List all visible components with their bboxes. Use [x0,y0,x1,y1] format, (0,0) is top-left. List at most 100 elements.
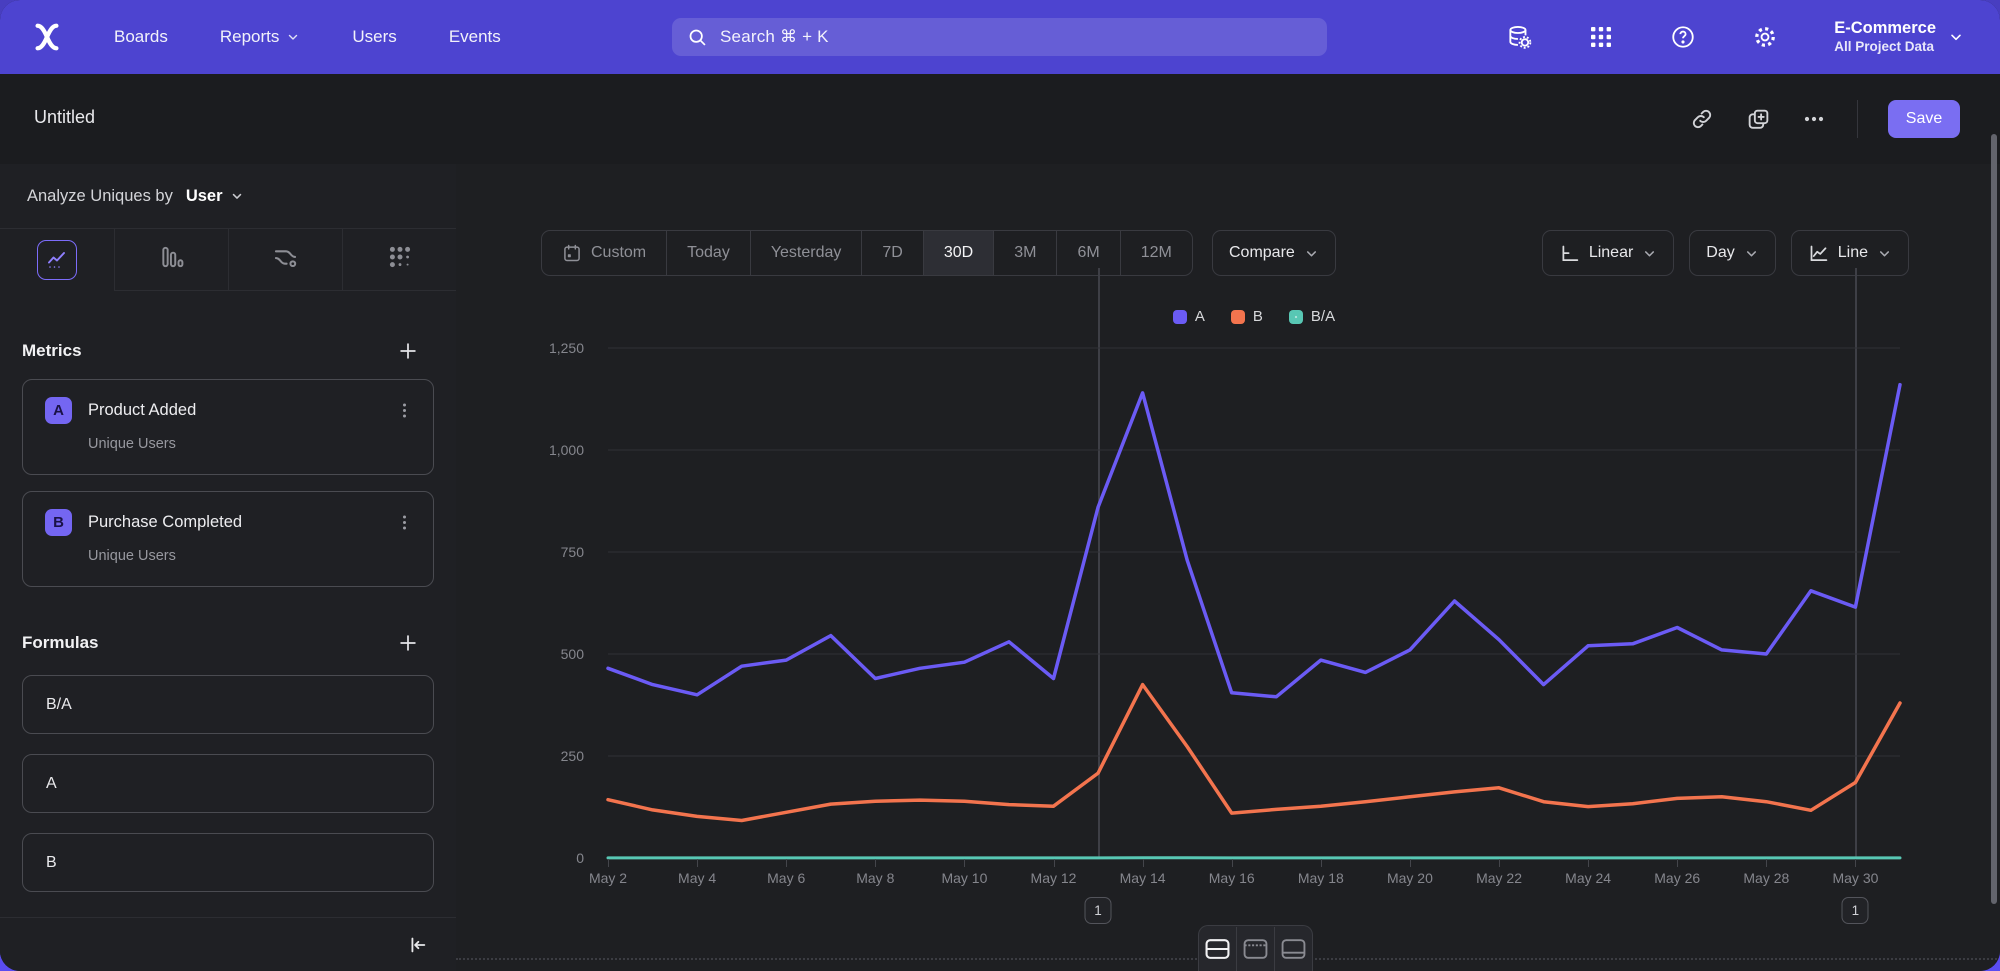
x-axis-label: May 14 [1120,870,1166,886]
x-axis-tick [1499,859,1500,867]
x-axis-label: May 8 [856,870,894,886]
legend-label: B/A [1311,308,1335,325]
nav-link-reports[interactable]: Reports [220,27,301,47]
series-line-b[interactable] [608,685,1900,821]
nav-link-events[interactable]: Events [449,27,501,47]
tab-retention-grid[interactable] [342,229,456,291]
legend-item-b[interactable]: B [1231,308,1263,325]
series-line-a[interactable] [608,385,1900,697]
add-metric-button[interactable] [396,339,420,363]
chart-panel: Custom Today Yesterday 7D30D 3M 6M12M Compare… [456,164,2000,971]
range-today[interactable]: Today [667,231,751,275]
x-axis-tick [608,859,609,867]
nav-link-boards[interactable]: Boards [114,27,168,47]
x-axis-label: May 20 [1387,870,1433,886]
x-axis-tick [1766,859,1767,867]
layout-top-panel-icon[interactable] [1236,927,1274,971]
collapse-sidebar-button[interactable] [406,934,428,956]
range-12m[interactable]: 12M [1121,231,1192,275]
layout-bottom-panel-icon[interactable] [1274,927,1312,971]
kebab-menu-icon [395,513,414,532]
metric-card-b[interactable]: BPurchase CompletedUnique Users [22,491,434,587]
legend-swatch [1173,310,1187,324]
add-formula-button[interactable] [396,631,420,655]
range-custom[interactable]: Custom [542,231,667,275]
help-icon[interactable] [1670,24,1696,50]
range-30d[interactable]: 30D [924,231,994,275]
chevron-down-icon [1744,246,1759,261]
vertical-scrollbar[interactable] [1991,134,1997,904]
range-yesterday[interactable]: Yesterday [751,231,863,275]
y-axis-label: 1,250 [474,340,584,356]
search-input[interactable]: Search ⌘ + K [672,18,1327,56]
data-management-icon[interactable] [1506,24,1532,50]
range-label: Today [687,244,730,262]
metric-subtitle: Unique Users [88,548,433,564]
more-icon[interactable] [1801,106,1827,132]
chart-type-dropdown[interactable]: Line [1791,230,1909,276]
range-label: Yesterday [771,244,842,262]
line-chart [608,348,1900,858]
legend-item-a[interactable]: A [1173,308,1205,325]
top-nav: Boards Reports Users Events Search ⌘ + K [0,0,2000,74]
y-axis-label: 0 [474,850,584,866]
tab-flows[interactable] [228,229,342,291]
date-range-picker: Custom Today Yesterday 7D30D 3M 6M12M [541,230,1193,276]
metric-card-a[interactable]: AProduct AddedUnique Users [22,379,434,475]
sidebar-footer [0,917,456,971]
tab-bar-chart[interactable] [114,229,228,291]
project-name: E-Commerce [1834,18,1936,39]
analyze-by-dropdown[interactable]: User [186,187,244,206]
metric-menu-button[interactable] [393,400,415,422]
tab-insights-line[interactable] [0,229,114,291]
metrics-title: Metrics [22,341,82,361]
metric-row: AProduct Added [23,380,433,424]
link-icon[interactable] [1689,106,1715,132]
range-label: 3M [1014,244,1036,262]
line-chart-icon [37,240,77,280]
mixpanel-logo-icon[interactable] [30,20,64,54]
x-axis-label: May 24 [1565,870,1611,886]
metric-menu-button[interactable] [393,512,415,534]
scale-dropdown[interactable]: Linear [1542,230,1674,276]
y-axis-label: 1,000 [474,442,584,458]
formula-card-b-a[interactable]: B/A [22,675,434,734]
range-3m[interactable]: 3M [994,231,1057,275]
x-axis-tick [875,859,876,867]
apps-grid-icon[interactable] [1588,24,1614,50]
kebab-menu-icon [395,401,414,420]
save-button[interactable]: Save [1888,100,1960,138]
sidebar: Analyze Uniques by User [0,164,457,971]
range-6m[interactable]: 6M [1057,231,1120,275]
x-axis-tick [1054,859,1055,867]
nav-link-label: Users [352,27,396,47]
project-switcher[interactable]: E-Commerce All Project Data [1834,18,1964,56]
metric-name: Product Added [88,401,393,420]
legend-item-b-a[interactable]: B/A [1289,308,1335,325]
interval-dropdown[interactable]: Day [1689,230,1775,276]
project-scope: All Project Data [1834,39,1936,56]
x-axis-label: May 2 [589,870,627,886]
x-axis-tick [697,859,698,867]
formula-card-a[interactable]: A [22,754,434,813]
nav-link-label: Reports [220,27,280,47]
annotation-badge[interactable]: 1 [1085,897,1112,924]
x-axis-label: May 28 [1743,870,1789,886]
x-axis-label: May 30 [1832,870,1878,886]
formula-label: A [46,775,57,793]
annotation-badge[interactable]: 1 [1842,897,1869,924]
legend-label: B [1253,308,1263,325]
y-axis-label: 750 [474,544,584,560]
analyze-label: Analyze Uniques by [27,187,173,206]
compare-button[interactable]: Compare [1212,230,1336,276]
range-7d[interactable]: 7D [862,231,923,275]
report-title[interactable]: Untitled [34,107,95,128]
x-axis-label: May 10 [941,870,987,886]
layout-split-view-icon[interactable] [1199,927,1236,971]
x-axis-tick [1677,859,1678,867]
legend-label: A [1195,308,1205,325]
settings-icon[interactable] [1752,24,1778,50]
formula-card-b[interactable]: B [22,833,434,892]
nav-link-users[interactable]: Users [352,27,396,47]
duplicate-icon[interactable] [1745,106,1771,132]
